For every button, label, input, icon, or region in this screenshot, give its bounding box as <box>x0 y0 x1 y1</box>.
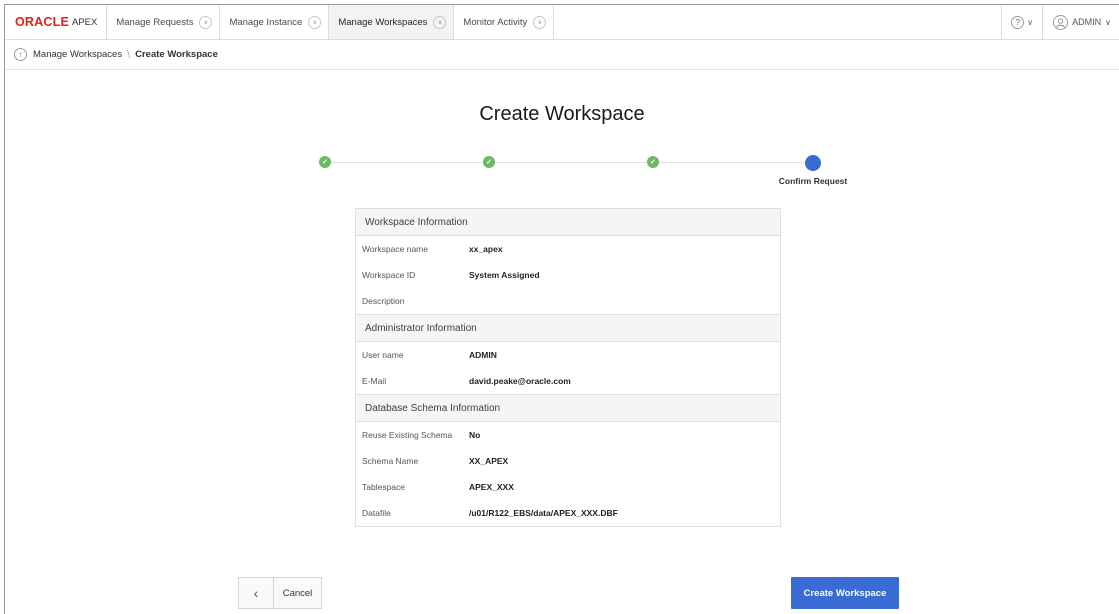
breadcrumb: ↑ Manage Workspaces \ Create Workspace <box>5 40 1119 70</box>
header-right-controls: ? ∨ ADMIN ∨ <box>1001 5 1119 39</box>
field-value: ADMIN <box>469 350 497 360</box>
app-window: ORACLE APEX Manage Requests ∨ Manage Ins… <box>4 4 1119 614</box>
user-avatar-icon <box>1053 14 1069 30</box>
field-value: System Assigned <box>469 270 540 280</box>
chevron-down-icon[interactable]: ∨ <box>533 15 547 29</box>
chevron-left-icon: ‹ <box>253 585 259 601</box>
user-name: ADMIN <box>1072 17 1102 27</box>
tab-manage-instance[interactable]: Manage Instance ∨ <box>220 5 330 39</box>
field-label: E-Mail <box>362 376 387 386</box>
arrow-up-icon[interactable]: ↑ <box>14 48 27 61</box>
field-label: User name <box>362 350 404 360</box>
check-icon: ✓ <box>483 156 495 168</box>
section-header: Administrator Information <box>356 314 780 342</box>
logo-brand: ORACLE <box>15 15 69 29</box>
chevron-down-icon[interactable]: ∨ <box>308 15 322 29</box>
field-label: Workspace ID <box>362 270 416 280</box>
tab-manage-requests[interactable]: Manage Requests ∨ <box>107 5 221 39</box>
field-label: Datafile <box>362 508 391 518</box>
check-icon: ✓ <box>319 156 331 168</box>
field-value: APEX_XXX <box>469 482 514 492</box>
field-value: XX_APEX <box>469 456 509 466</box>
tab-label: Manage Instance <box>229 16 303 28</box>
breadcrumb-current: Create Workspace <box>135 49 218 60</box>
field-value: xx_apex <box>469 244 503 254</box>
cancel-button[interactable]: Cancel <box>274 577 322 609</box>
oracle-apex-logo[interactable]: ORACLE APEX <box>5 5 108 39</box>
section-header: Database Schema Information <box>356 394 780 422</box>
section-header: Workspace Information <box>356 209 780 236</box>
progress-track <box>325 162 821 163</box>
summary-row: Description <box>356 288 780 314</box>
summary-row: Reuse Existing Schema No <box>356 422 780 448</box>
field-value: david.peake@oracle.com <box>469 376 571 386</box>
field-value: No <box>469 430 481 440</box>
field-label: Reuse Existing Schema <box>362 430 453 440</box>
chevron-down-icon[interactable]: ∨ <box>199 15 213 29</box>
summary-row: Workspace ID System Assigned <box>356 262 780 288</box>
help-circle-icon: ? <box>1011 15 1025 29</box>
workspace-summary-panel: Workspace Information Workspace name xx_… <box>355 208 781 527</box>
tab-manage-workspaces[interactable]: Manage Workspaces ∨ <box>329 5 455 39</box>
tab-label: Manage Requests <box>116 16 194 28</box>
field-value: /u01/R122_EBS/data/APEX_XXX.DBF <box>469 508 618 518</box>
breadcrumb-parent-link[interactable]: Manage Workspaces <box>33 49 122 60</box>
tab-monitor-activity[interactable]: Monitor Activity ∨ <box>454 5 555 39</box>
field-label: Workspace name <box>362 244 428 254</box>
previous-button[interactable]: ‹ <box>238 577 274 609</box>
check-icon: ✓ <box>647 156 659 168</box>
page-title: Create Workspace <box>479 103 645 125</box>
wizard-progress: ✓ ✓ ✓ Confirm Request <box>319 155 847 195</box>
user-menu-button[interactable]: ADMIN ∨ <box>1042 5 1119 39</box>
field-label: Tablespace <box>362 482 406 492</box>
tab-label: Monitor Activity <box>463 16 528 28</box>
field-label: Schema Name <box>362 456 419 466</box>
breadcrumb-separator: \ <box>127 48 131 61</box>
help-menu-button[interactable]: ? ∨ <box>1001 5 1042 39</box>
chevron-down-icon: ∨ <box>1027 17 1034 27</box>
logo-product: APEX <box>71 16 98 28</box>
current-step-indicator <box>805 155 821 171</box>
summary-row: User name ADMIN <box>356 342 780 368</box>
summary-row: Tablespace APEX_XXX <box>356 474 780 500</box>
tab-label: Manage Workspaces <box>338 16 428 28</box>
summary-row: Workspace name xx_apex <box>356 236 780 262</box>
summary-row: Datafile /u01/R122_EBS/data/APEX_XXX.DBF <box>356 500 780 526</box>
step-label: Confirm Request <box>778 176 848 186</box>
summary-row: Schema Name XX_APEX <box>356 448 780 474</box>
chevron-down-icon: ∨ <box>1105 17 1111 27</box>
field-label: Description <box>362 296 405 306</box>
create-workspace-button[interactable]: Create Workspace <box>791 577 899 609</box>
chevron-down-icon[interactable]: ∨ <box>433 15 447 29</box>
summary-row: E-Mail david.peake@oracle.com <box>356 368 780 394</box>
top-navigation-bar: ORACLE APEX Manage Requests ∨ Manage Ins… <box>5 5 1119 40</box>
